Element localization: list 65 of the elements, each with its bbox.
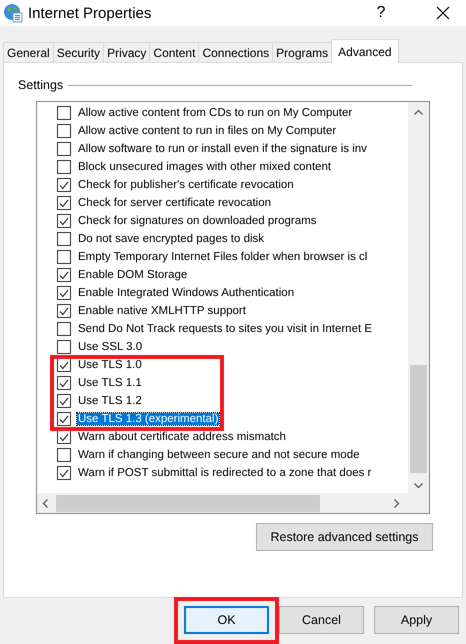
vertical-scrollbar[interactable]: [408, 102, 429, 493]
setting-label[interactable]: Check for server certificate revocation: [77, 197, 272, 209]
checkbox[interactable]: [57, 358, 71, 372]
scroll-thumb[interactable]: [56, 494, 320, 512]
setting-label[interactable]: Allow active content to run in files on My Computer: [77, 125, 338, 137]
checkbox[interactable]: [57, 142, 71, 156]
setting-label[interactable]: Allow software to run or install even if the signature is inv: [77, 143, 368, 155]
setting-label[interactable]: Check for signatures on downloaded programs: [77, 215, 318, 227]
scroll-right-icon: [394, 498, 400, 508]
tab[interactable]: Privacy: [103, 42, 150, 62]
scroll-down-icon: [414, 483, 423, 489]
help-button[interactable]: ?: [358, 0, 404, 26]
setting-label[interactable]: Enable native XMLHTTP support: [77, 305, 247, 317]
checkbox[interactable]: [57, 250, 71, 264]
checkbox[interactable]: [57, 322, 71, 336]
checkbox[interactable]: [57, 430, 71, 444]
setting-label[interactable]: Use TLS 1.3 (experimental): [77, 413, 220, 425]
scroll-up-icon: [414, 109, 423, 115]
tab[interactable]: Advanced: [331, 39, 399, 63]
dialog-button[interactable]: Cancel: [279, 606, 364, 634]
setting-label[interactable]: Use TLS 1.1: [77, 377, 143, 389]
checkbox[interactable]: [57, 214, 71, 228]
tab[interactable]: Security: [52, 42, 104, 62]
checkbox[interactable]: [57, 448, 71, 462]
setting-label[interactable]: Empty Temporary Internet Files folder when browser is cl: [77, 251, 368, 263]
checkbox[interactable]: [57, 178, 71, 192]
setting-label[interactable]: Warn about certificate address mismatch: [77, 431, 287, 443]
globe-icon: [3, 3, 23, 23]
setting-label[interactable]: Do not save encrypted pages to disk: [77, 233, 266, 245]
setting-label[interactable]: Allow active content from CDs to run on My Computer: [77, 107, 354, 119]
close-icon: [436, 6, 450, 20]
restore-button[interactable]: Restore advanced settings: [256, 523, 433, 551]
setting-label[interactable]: Use TLS 1.2: [77, 395, 143, 407]
checkbox[interactable]: [57, 376, 71, 390]
checkbox[interactable]: [57, 286, 71, 300]
window-title: Internet Properties: [28, 4, 152, 22]
dialog-button[interactable]: Apply: [374, 606, 459, 634]
setting-label[interactable]: Enable Integrated Windows Authentication: [77, 287, 296, 299]
checkbox[interactable]: [57, 160, 71, 174]
checkbox[interactable]: [57, 466, 71, 480]
checkbox[interactable]: [57, 394, 71, 408]
tab[interactable]: Programs: [272, 42, 332, 62]
checkmark-icon: [59, 468, 69, 478]
setting-label[interactable]: Check for publisher's certificate revocation: [77, 179, 295, 191]
setting-label[interactable]: Warn if POST submittal is redirected to a zone that does r: [77, 467, 372, 479]
setting-label[interactable]: Enable DOM Storage: [77, 269, 188, 281]
setting-label[interactable]: Warn if changing between secure and not secure mode: [77, 449, 360, 461]
setting-label[interactable]: Use SSL 3.0: [77, 341, 144, 353]
checkbox[interactable]: [57, 124, 71, 138]
checkbox[interactable]: [57, 340, 71, 354]
setting-label[interactable]: Block unsecured images with other mixed content: [77, 161, 332, 173]
tab[interactable]: General: [3, 42, 54, 62]
setting-label[interactable]: Send Do Not Track requests to sites you visit in Internet E: [77, 323, 374, 335]
group-label: Settings: [18, 78, 64, 92]
checkbox[interactable]: [57, 304, 71, 318]
checkbox[interactable]: [57, 232, 71, 246]
checkbox[interactable]: [57, 106, 71, 120]
checkbox[interactable]: [57, 412, 71, 426]
dialog-button[interactable]: OK: [184, 606, 269, 634]
setting-label[interactable]: Use TLS 1.0: [77, 359, 143, 371]
checkbox[interactable]: [57, 268, 71, 282]
scroll-thumb[interactable]: [410, 365, 427, 473]
horizontal-scrollbar[interactable]: [37, 493, 408, 513]
checkbox[interactable]: [57, 196, 71, 210]
scroll-left-icon: [42, 498, 48, 508]
